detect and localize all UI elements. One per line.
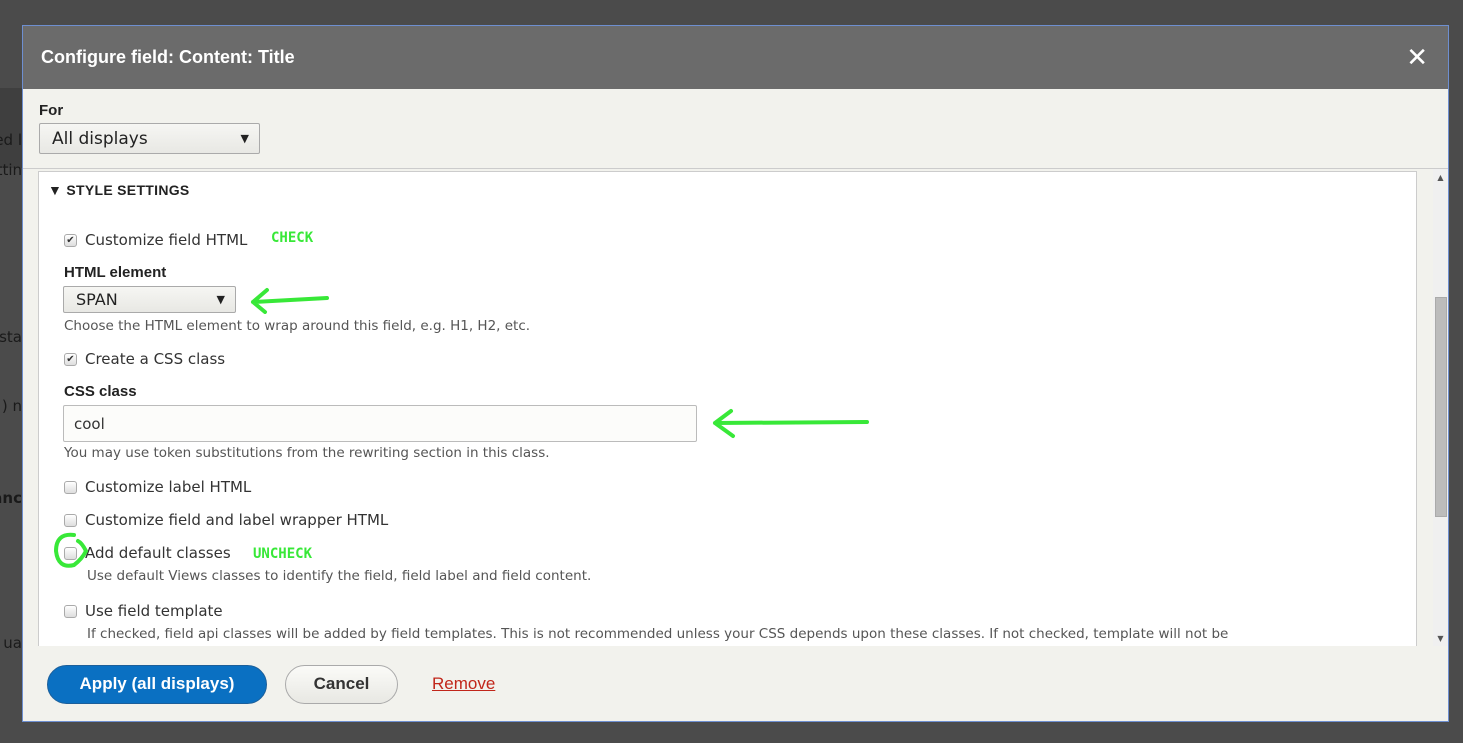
- cancel-button[interactable]: Cancel: [285, 664, 398, 704]
- checkbox-unchecked[interactable]: [64, 513, 77, 527]
- dialog-header: Configure field: Content: Title ✕: [23, 26, 1448, 89]
- add-default-classes-checkbox[interactable]: Add default classes: [64, 544, 231, 562]
- for-field: For All displays ▼: [39, 102, 260, 154]
- scroll-up-icon[interactable]: ▲: [1433, 173, 1448, 182]
- checkbox-unchecked[interactable]: [64, 480, 77, 494]
- close-icon[interactable]: ✕: [1406, 43, 1428, 73]
- background-text: anc: [0, 489, 22, 507]
- style-settings-fieldset: ▼ STYLE SETTINGS ✔ Customize field HTML …: [38, 171, 1417, 646]
- customize-label-html-checkbox[interactable]: Customize label HTML: [64, 478, 251, 496]
- triangle-down-icon: ▼: [48, 182, 67, 198]
- scrollbar[interactable]: ▲ ▼: [1433, 169, 1448, 646]
- checkbox-label: Use field template: [85, 602, 223, 620]
- checkbox-label: Customize field and label wrapper HTML: [85, 511, 389, 529]
- html-element-label: HTML element: [64, 264, 167, 281]
- apply-button[interactable]: Apply (all displays): [47, 664, 267, 704]
- annotation-circle-icon: [53, 532, 88, 568]
- background-text: sta: [0, 328, 22, 346]
- dialog-footer: Apply (all displays) Cancel Remove: [23, 646, 1448, 722]
- checkbox-checked[interactable]: ✔: [64, 352, 77, 366]
- chevron-down-icon: ▼: [216, 293, 225, 306]
- dialog-scroll-area: ▼ STYLE SETTINGS ✔ Customize field HTML …: [23, 168, 1448, 646]
- remove-link[interactable]: Remove: [432, 674, 495, 694]
- annotation-arrow-icon: [251, 288, 329, 314]
- html-element-value: SPAN: [76, 290, 118, 309]
- annotation-uncheck: UNCHECK: [253, 546, 313, 562]
- html-element-description: Choose the HTML element to wrap around t…: [64, 318, 531, 334]
- checkbox-checked[interactable]: ✔: [64, 233, 77, 247]
- background-page: [0, 88, 22, 168]
- chevron-down-icon: ▼: [240, 132, 249, 145]
- for-label: For: [39, 102, 64, 119]
- for-select[interactable]: All displays ▼: [39, 123, 260, 154]
- style-settings-toggle[interactable]: ▼ STYLE SETTINGS: [48, 182, 190, 198]
- customize-field-html-checkbox[interactable]: ✔ Customize field HTML: [64, 231, 247, 249]
- for-select-value: All displays: [52, 128, 148, 149]
- annotation-arrow-icon: [713, 409, 869, 438]
- scrollbar-thumb[interactable]: [1435, 297, 1447, 517]
- background-text: n (: [1, 397, 22, 415]
- checkbox-label: Customize field HTML: [85, 231, 248, 249]
- css-class-description: You may use token substitutions from the…: [64, 445, 550, 461]
- create-css-class-checkbox[interactable]: ✔ Create a CSS class: [64, 350, 225, 368]
- use-field-template-checkbox[interactable]: Use field template: [64, 602, 223, 620]
- css-class-label: CSS class: [64, 383, 137, 400]
- add-default-classes-description: Use default Views classes to identify th…: [87, 568, 592, 584]
- dialog-title: Configure field: Content: Title: [41, 47, 295, 67]
- background-text: ttin: [0, 161, 22, 179]
- checkbox-label: Add default classes: [85, 544, 231, 562]
- background-text: ed l: [0, 131, 22, 149]
- use-field-template-description: If checked, field api classes will be ad…: [87, 626, 1229, 642]
- customize-wrapper-html-checkbox[interactable]: Customize field and label wrapper HTML: [64, 511, 388, 529]
- checkbox-label: Customize label HTML: [85, 478, 252, 496]
- background-text: ua: [3, 634, 22, 652]
- annotation-check: CHECK: [271, 230, 314, 246]
- configure-field-dialog: Configure field: Content: Title ✕ For Al…: [22, 25, 1449, 722]
- checkbox-label: Create a CSS class: [85, 350, 226, 368]
- style-settings-legend: STYLE SETTINGS: [66, 182, 190, 198]
- scroll-down-icon[interactable]: ▼: [1433, 634, 1448, 643]
- checkbox-unchecked[interactable]: [64, 604, 77, 618]
- css-class-input[interactable]: cool: [63, 405, 697, 442]
- html-element-select[interactable]: SPAN ▼: [63, 286, 236, 313]
